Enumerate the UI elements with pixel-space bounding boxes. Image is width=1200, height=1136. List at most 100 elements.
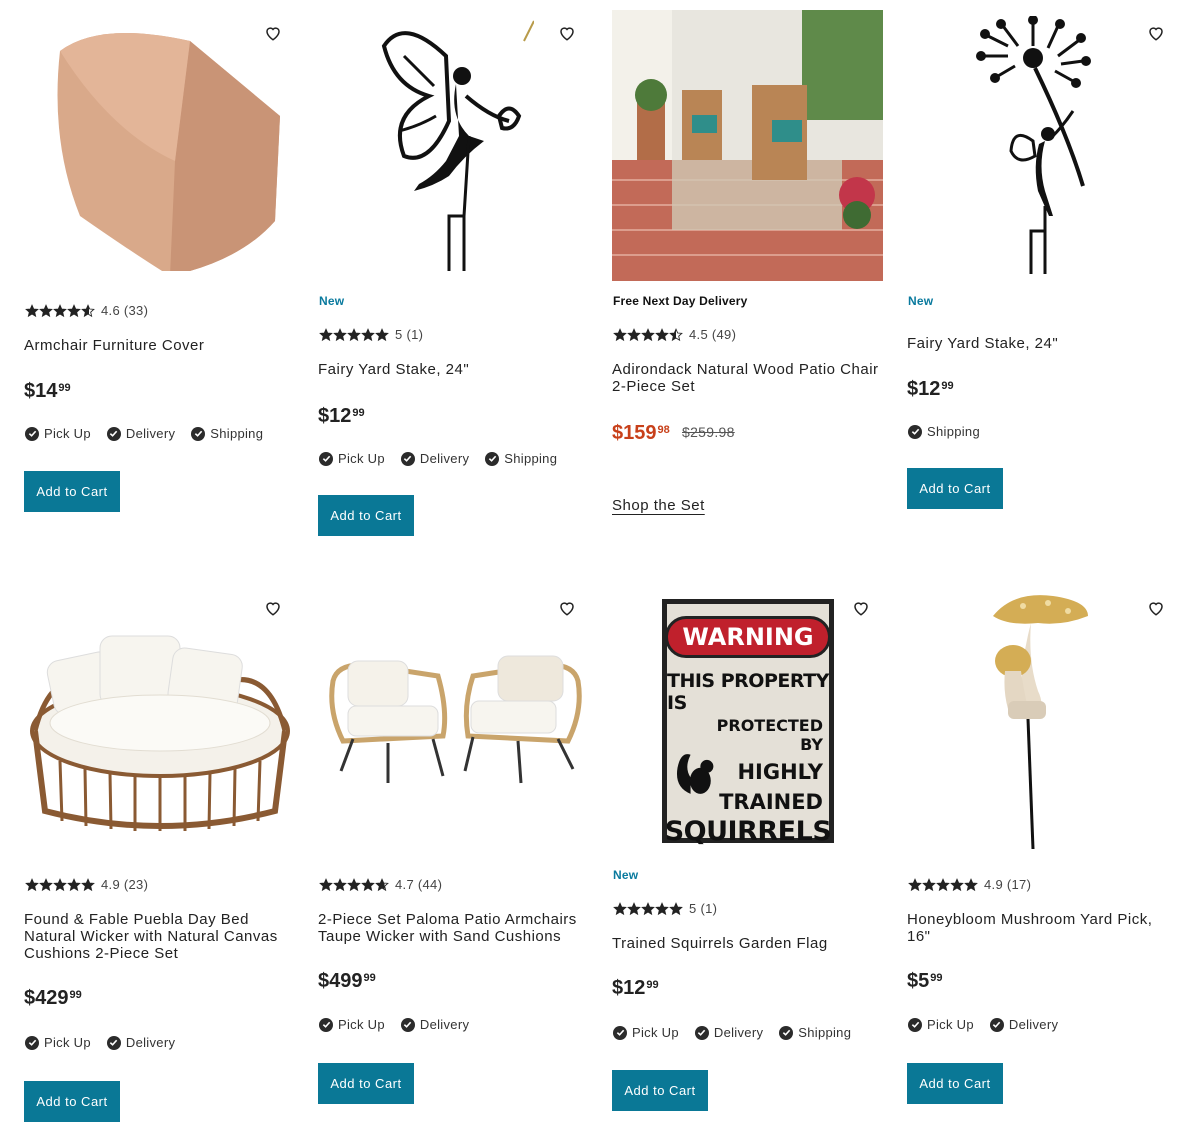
fairy-stake-image[interactable] <box>318 10 590 282</box>
star-icon <box>81 303 95 317</box>
wicker-armchairs-image[interactable] <box>318 585 590 857</box>
squirrel-flag-image[interactable]: WARNING THIS PROPERTY IS PROTECTED BY HI… <box>612 585 884 857</box>
price-dollars: $159 <box>612 422 657 444</box>
price: $12 99 <box>318 405 365 428</box>
rating-text: 4.9 (17) <box>984 877 1032 892</box>
fulfillment-option-pick-up: Pick Up <box>25 1035 91 1050</box>
product-title[interactable]: Honeybloom Mushroom Yard Pick, 16" <box>907 911 1172 945</box>
favorite-heart-icon[interactable] <box>558 24 576 42</box>
flag-line-5: SQUIRRELS <box>664 816 832 847</box>
star-icon <box>950 877 964 891</box>
star-icon <box>39 303 53 317</box>
sale-price: $159 98 <box>612 422 670 445</box>
star-icon <box>922 877 936 891</box>
add-to-cart-button[interactable]: Add to Cart <box>612 1070 708 1111</box>
favorite-heart-icon[interactable] <box>264 24 282 42</box>
fulfillment-options: Pick Up Delivery <box>319 1017 469 1032</box>
flag-line-2: PROTECTED BY <box>716 716 823 754</box>
star-icon <box>347 877 361 891</box>
favorite-heart-icon[interactable] <box>264 599 282 617</box>
star-icon <box>655 901 669 915</box>
rating-text: 5 (1) <box>689 901 718 916</box>
flag-line-3: HIGHLY <box>737 760 823 784</box>
new-badge: New <box>319 294 345 308</box>
star-icon <box>627 327 641 341</box>
star-icon <box>39 877 53 891</box>
fulfillment-label: Shipping <box>210 426 264 441</box>
fulfillment-label: Shipping <box>927 424 980 439</box>
fulfillment-label: Delivery <box>419 451 470 466</box>
favorite-heart-icon[interactable] <box>852 599 870 617</box>
mushroom-pick-image[interactable] <box>907 585 1179 857</box>
star-icon <box>81 877 95 891</box>
check-circle-icon <box>485 451 500 466</box>
fulfillment-label: Delivery <box>125 1035 176 1050</box>
star-icon <box>361 877 375 891</box>
rating: 4.5 (49) <box>613 327 736 342</box>
rating-text: 4.7 (44) <box>395 877 443 892</box>
adirondack-chairs-image[interactable] <box>612 10 883 281</box>
check-circle-icon <box>400 451 415 466</box>
product-card: 4.9 (17) Honeybloom Mushroom Yard Pick, … <box>907 585 1187 1115</box>
fulfillment-option-delivery: Delivery <box>106 426 175 441</box>
day-bed-image[interactable] <box>24 585 296 857</box>
star-icon <box>25 303 39 317</box>
star-rating-icon <box>319 327 389 342</box>
product-card: 4.6 (33) Armchair Furniture Cover $14 99… <box>24 10 304 530</box>
check-circle-icon <box>106 426 121 441</box>
product-title[interactable]: Found & Fable Puebla Day Bed Natural Wic… <box>24 911 289 962</box>
product-card: 4.9 (23) Found & Fable Puebla Day Bed Na… <box>24 585 304 1130</box>
star-icon <box>347 327 361 341</box>
price-cents: 99 <box>941 380 954 392</box>
fulfillment-label: Pick Up <box>338 1017 385 1032</box>
product-title[interactable]: Trained Squirrels Garden Flag <box>612 935 887 952</box>
fulfillment-label: Pick Up <box>927 1017 974 1032</box>
add-to-cart-button[interactable]: Add to Cart <box>907 1063 1003 1104</box>
product-title[interactable]: Adirondack Natural Wood Patio Chair 2-Pi… <box>612 361 887 395</box>
flag-line-4: TRAINED <box>719 790 823 814</box>
add-to-cart-button[interactable]: Add to Cart <box>318 1063 414 1104</box>
product-title[interactable]: 2-Piece Set Paloma Patio Armchairs Taupe… <box>318 911 583 945</box>
product-title[interactable]: Armchair Furniture Cover <box>24 337 299 354</box>
fulfillment-label: Pick Up <box>632 1025 679 1040</box>
check-circle-icon <box>319 1017 333 1032</box>
favorite-heart-icon[interactable] <box>1147 24 1165 42</box>
fulfillment-options: Pick Up Delivery Shipping <box>25 426 263 441</box>
add-to-cart-button[interactable]: Add to Cart <box>24 471 120 512</box>
rating: 5 (1) <box>613 901 717 916</box>
rating: 5 (1) <box>319 327 423 342</box>
product-card: 4.7 (44) 2-Piece Set Paloma Patio Armcha… <box>318 585 598 1115</box>
star-rating-icon <box>908 877 978 892</box>
dandelion-fairy-stake-image[interactable] <box>907 10 1179 282</box>
check-circle-icon <box>694 1025 709 1040</box>
star-icon <box>964 877 978 891</box>
product-title[interactable]: Fairy Yard Stake, 24" <box>907 335 1182 352</box>
new-badge: New <box>613 868 639 882</box>
price-dollars: $14 <box>24 380 58 402</box>
star-icon <box>641 901 655 915</box>
armchair-cover-image[interactable] <box>24 10 296 282</box>
add-to-cart-button[interactable]: Add to Cart <box>907 468 1003 509</box>
add-to-cart-button[interactable]: Add to Cart <box>318 495 414 536</box>
star-rating-icon <box>613 901 683 916</box>
product-card: WARNING THIS PROPERTY IS PROTECTED BY HI… <box>612 585 892 1125</box>
star-icon <box>627 901 641 915</box>
star-icon <box>613 327 627 341</box>
favorite-heart-icon[interactable] <box>558 599 576 617</box>
fulfillment-option-pick-up: Pick Up <box>319 1017 385 1032</box>
star-icon <box>333 327 347 341</box>
product-title[interactable]: Fairy Yard Stake, 24" <box>318 361 593 378</box>
shop-the-set-link[interactable]: Shop the Set <box>612 497 705 514</box>
price-dollars: $12 <box>907 378 941 400</box>
product-card: New 5 (1) Fairy Yard Stake, 24" $12 99 P… <box>318 10 598 550</box>
check-circle-icon <box>319 451 333 466</box>
fulfillment-option-delivery: Delivery <box>106 1035 176 1050</box>
add-to-cart-button[interactable]: Add to Cart <box>24 1081 120 1122</box>
star-icon <box>319 327 333 341</box>
fulfillment-option-pick-up: Pick Up <box>908 1017 974 1032</box>
check-circle-icon <box>613 1025 627 1040</box>
star-icon <box>641 327 655 341</box>
check-circle-icon <box>25 426 39 441</box>
price-cents: 99 <box>58 382 71 394</box>
favorite-heart-icon[interactable] <box>1147 599 1165 617</box>
